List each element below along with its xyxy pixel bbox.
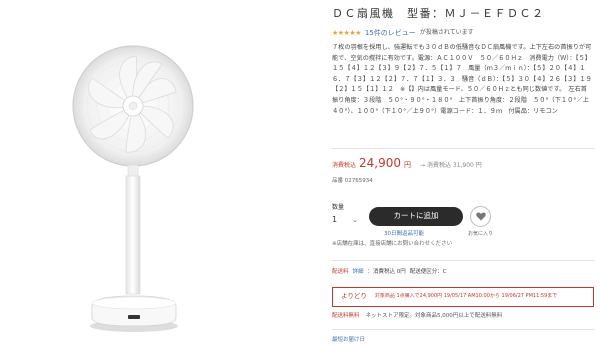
divider [332, 148, 594, 149]
sale-text: 対象商品 1点購入で24,900円 19/05/17 AM10:00から 19/… [374, 293, 558, 300]
add-to-cart-button[interactable]: カートに追加 [369, 207, 463, 226]
free-shipping-text: ネットストア限定。対象商品5,000円以上で配送料無料 [365, 313, 503, 319]
sale-banner: よりどり 対象商品 1点購入で24,900円 19/05/17 AM10:00か… [332, 287, 594, 307]
divider [332, 260, 594, 261]
quantity-select[interactable]: 1 ⌄ [332, 213, 358, 227]
heart-icon [475, 212, 486, 221]
divider [332, 329, 594, 330]
delivery-label: 配送料 [332, 269, 349, 275]
favorite-button[interactable] [470, 206, 491, 227]
quantity-label: 数量 [332, 204, 345, 211]
delivery-row: 配送料 詳細 ：消費税込 0円 配送便区分：C [332, 269, 447, 277]
favorite-label: お気に入り [468, 231, 494, 237]
control-panel [128, 315, 140, 319]
product-info: ＤＣ扇風機 型番：ＭＪ－ＥＦＤＣ２ ★★★★★ 15件のレビュー が投稿されてい… [332, 0, 594, 355]
delivery-detail-link[interactable]: 詳細 [353, 269, 364, 277]
review-link[interactable]: 15件のレビュー [365, 28, 416, 38]
chevron-down-icon: ⌄ [352, 215, 358, 224]
earliest-delivery-link[interactable]: 最短お届け日 [332, 337, 365, 345]
free-shipping-row: 配送料無料 ネットストア限定。対象商品5,000円以上で配送料無料 [332, 313, 502, 321]
store-stock-notice: ※店舗在庫は、直接店舗にお問い合わせください [332, 241, 453, 247]
free-shipping-label: 配送料無料 [332, 313, 360, 319]
product-description: ７枚の羽根を採用し、強運転でも３０ｄＢの低騒音なＤＣ扇風機です。上下左右の首振り… [332, 44, 592, 115]
delivery-category: 配送便区分：C [409, 269, 447, 275]
price-tax-label: 消費税込 [332, 162, 357, 169]
star-rating-icon: ★★★★★ [332, 29, 361, 37]
standing-fan-illustration [72, 45, 194, 332]
delivery-fee: ：消費税込 0円 [367, 269, 406, 275]
price-yen: 円 [404, 161, 412, 169]
product-code: 品番 02765934 [332, 178, 373, 184]
quantity-value: 1 [332, 215, 338, 225]
price-value: 24,900 [359, 156, 402, 170]
product-title: ＤＣ扇風機 型番：ＭＪ－ＥＦＤＣ２ [332, 7, 545, 20]
rating-row: ★★★★★ 15件のレビュー が投稿されています [332, 28, 474, 38]
review-suffix: が投稿されています [419, 28, 474, 36]
sale-badge: よりどり [341, 292, 367, 301]
product-image[interactable] [0, 0, 325, 355]
return-policy-link[interactable]: 30日間返品可能 [384, 231, 424, 239]
regular-price: → 消費税込 31,900 円 [420, 162, 482, 169]
price-row: 消費税込 24,900 円 → 消費税込 31,900 円 [332, 155, 482, 172]
